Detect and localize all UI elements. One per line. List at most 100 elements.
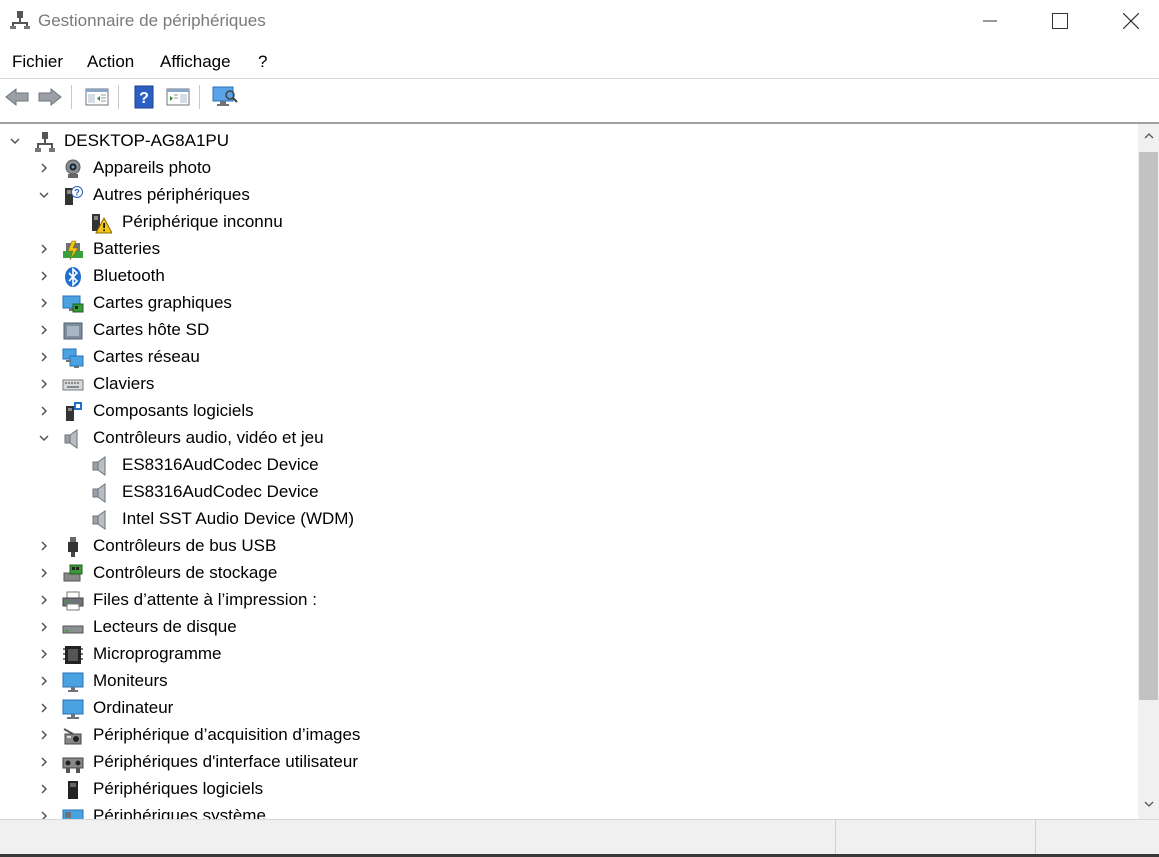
speaker-icon [90,482,112,504]
chevron-right-icon[interactable] [38,540,50,552]
chevron-right-icon[interactable] [38,675,50,687]
tree-category[interactable]: Contrôleurs audio, vidéo et jeu [0,425,1138,452]
usb-icon [62,536,84,558]
forward-button[interactable] [36,83,64,111]
tree-category[interactable]: Cartes réseau [0,344,1138,371]
tree-device[interactable]: ES8316AudCodec Device [0,479,1138,506]
tree-node-label: ES8316AudCodec Device [122,455,319,474]
menu-affichage[interactable]: Affichage [160,52,231,72]
tree-node-label: Cartes hôte SD [93,320,210,339]
monitor-icon [62,671,84,693]
software-device-icon [62,779,84,801]
tree-category[interactable]: Ordinateur [0,695,1138,722]
scan-hardware-button[interactable] [211,83,239,111]
chevron-right-icon[interactable] [38,351,50,363]
keyboard-icon [62,374,84,396]
tree-category[interactable]: Claviers [0,371,1138,398]
show-hide-console-tree-button[interactable] [83,83,111,111]
tree-node-label: Lecteurs de disque [93,617,237,636]
vertical-scrollbar[interactable] [1138,124,1159,819]
tree-device[interactable]: Intel SST Audio Device (WDM) [0,506,1138,533]
tree-category[interactable]: Composants logiciels [0,398,1138,425]
tree-category[interactable]: Contrôleurs de bus USB [0,533,1138,560]
console-tree-icon [85,88,109,106]
scroll-up-button[interactable] [1138,126,1159,146]
network-adapter-icon [62,347,84,369]
speaker-icon [90,455,112,477]
tree-node-label: Cartes graphiques [93,293,232,312]
tree-node-label: Appareils photo [93,158,212,177]
tree-category[interactable]: Lecteurs de disque [0,614,1138,641]
tree-category[interactable]: Batteries [0,236,1138,263]
minimize-icon [983,20,997,22]
tree-category[interactable]: Files d’attente à l’impression : [0,587,1138,614]
toolbar: ? [0,78,1159,115]
tree-category[interactable]: Microprogramme [0,641,1138,668]
minimize-button[interactable] [955,0,1025,42]
title-bar[interactable]: Gestionnaire de périphériques [0,0,1159,44]
chevron-right-icon[interactable] [38,324,50,336]
chevron-right-icon[interactable] [38,270,50,282]
bluetooth-icon [62,266,84,288]
chevron-right-icon[interactable] [38,702,50,714]
chevron-down-icon[interactable] [38,432,50,444]
chevron-right-icon[interactable] [38,783,50,795]
tree-device[interactable]: ES8316AudCodec Device [0,452,1138,479]
tree-node-label: Contrôleurs de bus USB [93,536,277,555]
chevron-down-icon[interactable] [9,135,21,147]
window-title: Gestionnaire de périphériques [38,11,266,30]
status-bar [0,819,1159,855]
chevron-right-icon[interactable] [38,621,50,633]
tree-category[interactable]: Périphérique d’acquisition d’images [0,722,1138,749]
tree-category[interactable]: Cartes graphiques [0,290,1138,317]
svg-text:?: ? [139,90,149,107]
chevron-down-icon[interactable] [38,189,50,201]
tree-node-label: Intel SST Audio Device (WDM) [122,509,355,528]
close-button[interactable] [1096,0,1159,42]
imaging-device-icon [62,725,84,747]
action-pane-button[interactable] [164,83,192,111]
chevron-right-icon[interactable] [38,405,50,417]
tree-device[interactable]: Périphérique inconnu [0,209,1138,236]
chevron-right-icon[interactable] [38,594,50,606]
tree-node-label: Bluetooth [93,266,165,285]
storage-controller-icon [62,563,84,585]
chevron-right-icon[interactable] [38,162,50,174]
chevron-right-icon[interactable] [38,297,50,309]
menu-fichier[interactable]: Fichier [12,52,63,72]
tree-category[interactable]: Bluetooth [0,263,1138,290]
tree-category[interactable]: Périphériques d'interface utilisateur [0,749,1138,776]
tree-category[interactable]: Cartes hôte SD [0,317,1138,344]
tree-category[interactable]: ? Autres périphériques [0,182,1138,209]
status-divider [1035,820,1036,855]
menu-bar: Fichier Action Affichage ? [0,44,1159,77]
speaker-icon [90,509,112,531]
chevron-right-icon[interactable] [38,648,50,660]
menu-help[interactable]: ? [258,52,267,72]
tree-node-label: Périphérique inconnu [122,212,283,231]
help-button[interactable]: ? [130,83,158,111]
sd-host-icon [62,320,84,342]
maximize-button[interactable] [1025,0,1095,42]
tree-node-label: Périphériques d'interface utilisateur [93,752,359,771]
tree-category[interactable]: Appareils photo [0,155,1138,182]
chevron-right-icon[interactable] [38,729,50,741]
computer-icon [62,698,84,720]
tree-category[interactable]: Périphériques logiciels [0,776,1138,803]
software-component-icon [62,401,84,423]
scroll-down-button[interactable] [1138,794,1159,814]
printer-icon [62,590,84,612]
chevron-right-icon[interactable] [38,756,50,768]
back-button[interactable] [3,83,31,111]
chevron-up-icon [1144,133,1153,139]
tree-category[interactable]: Moniteurs [0,668,1138,695]
chevron-right-icon[interactable] [38,567,50,579]
chevron-right-icon[interactable] [38,243,50,255]
scrollbar-thumb[interactable] [1139,152,1158,700]
tree-root[interactable]: DESKTOP-AG8A1PU [0,128,1138,155]
menu-action[interactable]: Action [87,52,134,72]
device-manager-app-icon [10,10,30,30]
chevron-right-icon[interactable] [38,378,50,390]
tree-node-label: Batteries [93,239,161,258]
tree-category[interactable]: Contrôleurs de stockage [0,560,1138,587]
